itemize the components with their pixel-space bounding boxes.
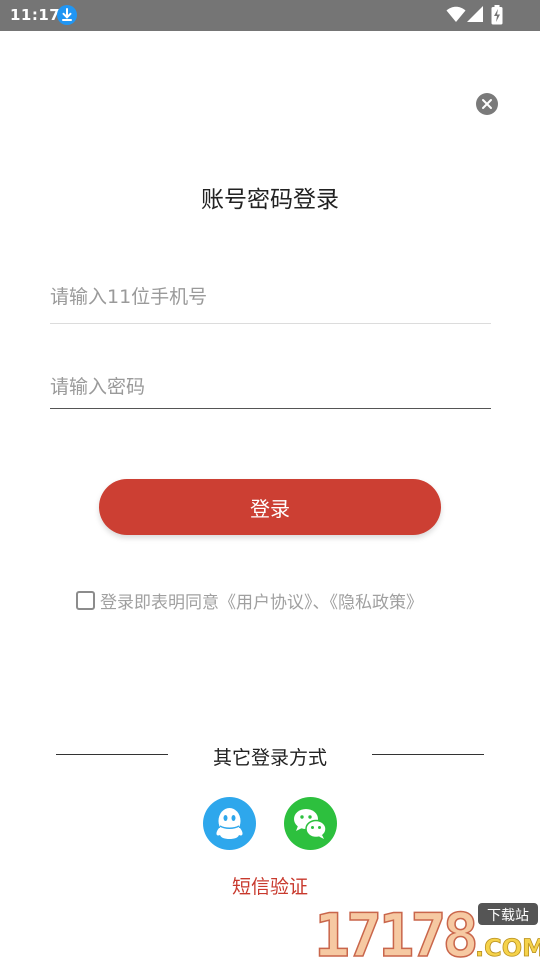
signal-icon (466, 6, 484, 27)
sms-verification-link[interactable]: 短信验证 (170, 872, 370, 899)
watermark-text: 17178 (314, 901, 475, 960)
agreement-text[interactable]: 登录即表明同意《用户协议》、《隐私政策》 (100, 588, 423, 613)
download-icon (57, 5, 77, 25)
page-title: 账号密码登录 (201, 187, 339, 213)
phone-input-underline (50, 323, 491, 324)
watermark-badge: 下载站 (487, 908, 529, 924)
qq-icon (216, 808, 243, 839)
watermark-suffix: .COM (475, 934, 540, 960)
password-input[interactable] (50, 372, 491, 402)
battery-charging-icon (491, 5, 503, 29)
login-button[interactable]: 登录 (99, 479, 441, 535)
watermark-logo: 17178 下载站 .COM (313, 900, 540, 960)
other-login-label: 其它登录方式 (212, 747, 327, 769)
wechat-login-button[interactable] (284, 797, 337, 850)
divider-left (56, 754, 168, 755)
phone-input[interactable] (50, 282, 491, 312)
agreement-row: 登录即表明同意《用户协议》、《隐私政策》 (76, 588, 423, 613)
divider-right (372, 754, 484, 755)
wechat-icon (294, 809, 327, 839)
status-bar: 11:17 (0, 0, 540, 31)
wifi-icon (446, 6, 466, 27)
status-time: 11:17 (10, 6, 61, 24)
agreement-checkbox[interactable] (76, 590, 95, 610)
password-input-underline (50, 408, 491, 409)
qq-login-button[interactable] (203, 797, 256, 850)
close-icon (482, 99, 492, 109)
close-button[interactable] (476, 93, 498, 115)
